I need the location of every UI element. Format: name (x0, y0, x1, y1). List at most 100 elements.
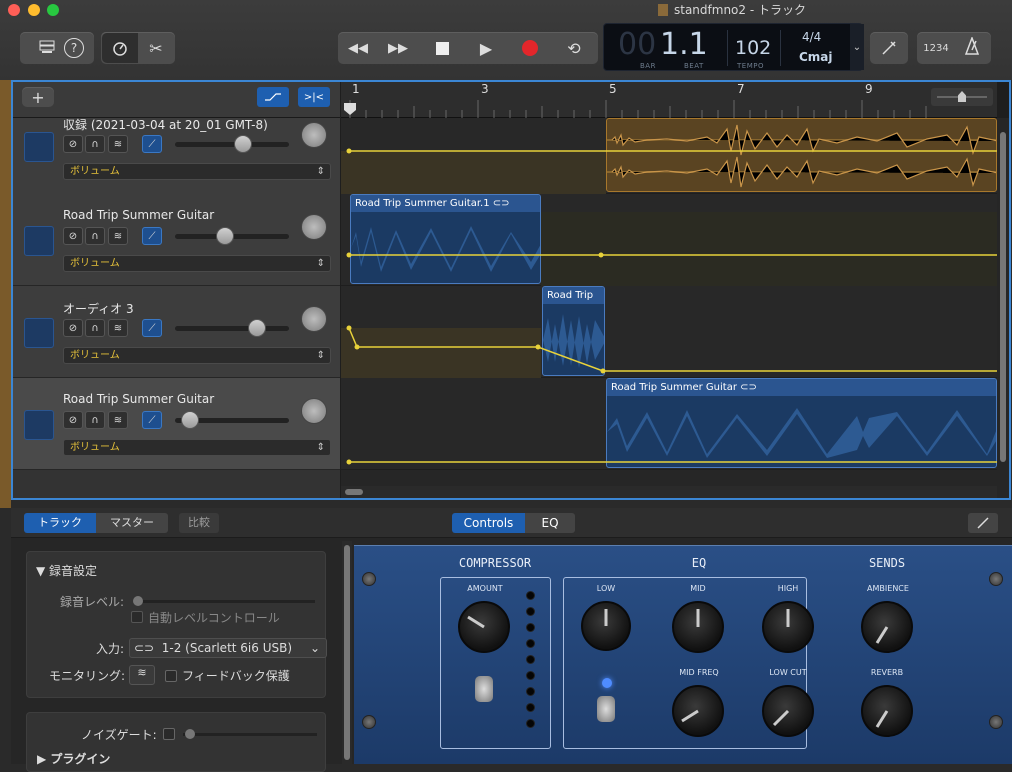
low-cut-knob[interactable] (762, 685, 814, 737)
waveform-icon (24, 410, 54, 440)
mute-icon[interactable]: ⊘ (63, 227, 83, 245)
eq-mid-knob[interactable] (672, 601, 724, 653)
vertical-scrollbar[interactable] (997, 118, 1009, 498)
automation-parameter-select[interactable]: ボリューム ⇕ (63, 255, 331, 272)
rewind-icon[interactable]: ◀◀ (340, 41, 376, 56)
metronome-icon[interactable] (954, 35, 990, 59)
pan-knob[interactable] (301, 122, 327, 148)
tab-controls[interactable]: Controls (452, 513, 525, 533)
volume-slider-knob[interactable] (248, 319, 266, 337)
meter-led (526, 655, 535, 664)
track-name[interactable]: Road Trip Summer Guitar (63, 208, 214, 222)
noise-gate-slider[interactable] (183, 729, 317, 739)
mid-freq-knob[interactable] (672, 685, 724, 737)
catch-playhead-button[interactable]: >|< (298, 87, 330, 107)
pan-knob[interactable] (301, 398, 327, 424)
stop-icon[interactable] (420, 41, 464, 55)
count-in-button[interactable]: 1234 (918, 43, 954, 54)
ambience-knob[interactable] (861, 601, 913, 653)
recording-settings-header[interactable]: ▼ 録音設定 (36, 562, 97, 579)
zoom-slider[interactable] (931, 88, 993, 106)
plugins-header[interactable]: ▶ プラグイン (37, 750, 110, 767)
mute-icon[interactable]: ⊘ (63, 135, 83, 153)
track-header-2[interactable]: Road Trip Summer Guitar ⊘ ∩ ≋ ⟋ ボリューム ⇕ (13, 194, 340, 286)
pan-knob[interactable] (301, 306, 327, 332)
compare-button[interactable]: 比較 (179, 513, 219, 533)
input-label: 入力: (96, 642, 125, 656)
input-monitor-icon[interactable]: ≋ (108, 411, 128, 429)
feedback-protection-checkbox[interactable] (165, 670, 177, 682)
input-monitor-icon[interactable]: ≋ (108, 135, 128, 153)
automation-icon[interactable]: ⟋ (142, 227, 162, 245)
sends-title: SENDS (868, 556, 906, 570)
document-icon (658, 4, 668, 16)
tab-eq[interactable]: EQ (525, 513, 575, 533)
mute-icon[interactable]: ⊘ (63, 319, 83, 337)
meter-led (526, 623, 535, 632)
meter-led (526, 687, 535, 696)
volume-slider-knob[interactable] (216, 227, 234, 245)
volume-slider[interactable] (175, 326, 289, 331)
headphones-icon[interactable]: ∩ (85, 135, 105, 153)
compressor-toggle-switch[interactable] (475, 676, 493, 702)
automation-parameter-select[interactable]: ボリューム ⇕ (63, 163, 331, 180)
eq-toggle-switch[interactable] (597, 696, 615, 722)
mute-icon[interactable]: ⊘ (63, 411, 83, 429)
zoom-button[interactable] (47, 4, 59, 16)
tab-master[interactable]: マスター (96, 513, 168, 533)
auto-level-checkbox[interactable] (131, 611, 143, 623)
input-monitor-icon[interactable]: ≋ (129, 665, 155, 685)
input-monitor-icon[interactable]: ≋ (108, 319, 128, 337)
track-name[interactable]: オーディオ 3 (63, 300, 134, 317)
fast-forward-icon[interactable]: ▶▶ (376, 41, 420, 56)
tuner-icon[interactable] (870, 32, 908, 64)
track-header-3[interactable]: オーディオ 3 ⊘ ∩ ≋ ⟋ ボリューム ⇕ (13, 286, 340, 378)
pan-knob[interactable] (301, 214, 327, 240)
automation-icon[interactable]: ⟋ (142, 319, 162, 337)
library-icon[interactable] (30, 39, 64, 58)
automation-parameter-select[interactable]: ボリューム ⇕ (63, 439, 331, 456)
track-lane-3[interactable]: Road Trip (341, 286, 997, 378)
lcd-mode-chevron-icon[interactable]: ⌄ (850, 24, 864, 70)
track-name[interactable]: Road Trip Summer Guitar (63, 392, 214, 406)
smart-controls-icon[interactable] (102, 33, 138, 63)
volume-slider[interactable] (175, 142, 289, 147)
noise-gate-checkbox[interactable] (163, 728, 175, 740)
track-lane-1[interactable] (341, 118, 997, 194)
track-name[interactable]: 収録 (2021-03-04 at 20_01 GMT-8) (63, 116, 268, 133)
help-button[interactable]: ? (64, 38, 84, 58)
headphones-icon[interactable]: ∩ (85, 411, 105, 429)
input-monitor-icon[interactable]: ≋ (108, 227, 128, 245)
headphones-icon[interactable]: ∩ (85, 319, 105, 337)
automation-icon[interactable]: ⟋ (142, 411, 162, 429)
input-select[interactable]: ⊂⊃ 1-2 (Scarlett 6i6 USB) ⌄ (129, 638, 327, 658)
eq-low-knob[interactable] (581, 601, 631, 651)
automation-toggle-button[interactable] (257, 87, 289, 107)
lcd-display[interactable]: 00 1.1 BAR BEAT 102 TEMPO 4/4 Cmaj ⌄ (603, 23, 864, 71)
pane-scrollbar[interactable] (342, 541, 352, 764)
transport-controls: ◀◀ ▶▶ ▶ ⟲ (338, 32, 598, 64)
amount-knob[interactable] (458, 601, 510, 653)
play-icon[interactable]: ▶ (464, 39, 508, 58)
volume-slider-knob[interactable] (181, 411, 199, 429)
timeline-ruler[interactable]: 1 3 5 7 9 (341, 82, 997, 118)
pencil-icon[interactable] (968, 513, 998, 533)
horizontal-scrollbar[interactable] (341, 486, 997, 498)
volume-slider-knob[interactable] (234, 135, 252, 153)
add-track-button[interactable]: + (22, 87, 54, 107)
cycle-icon[interactable]: ⟲ (552, 39, 596, 58)
scissors-icon[interactable]: ✂ (138, 39, 174, 58)
close-button[interactable] (8, 4, 20, 16)
eq-high-knob[interactable] (762, 601, 814, 653)
track-lane-2[interactable]: Road Trip Summer Guitar.1 ⊂⊃ (341, 194, 997, 286)
automation-icon[interactable]: ⟋ (142, 135, 162, 153)
minimize-button[interactable] (28, 4, 40, 16)
headphones-icon[interactable]: ∩ (85, 227, 105, 245)
reverb-knob[interactable] (861, 685, 913, 737)
record-icon[interactable] (508, 40, 552, 56)
track-header-4[interactable]: Road Trip Summer Guitar ⊘ ∩ ≋ ⟋ ボリューム ⇕ (13, 378, 340, 470)
recording-level-slider[interactable] (133, 596, 315, 606)
automation-parameter-select[interactable]: ボリューム ⇕ (63, 347, 331, 364)
track-lane-4[interactable]: Road Trip Summer Guitar ⊂⊃ (341, 378, 997, 470)
tab-track[interactable]: トラック (24, 513, 96, 533)
